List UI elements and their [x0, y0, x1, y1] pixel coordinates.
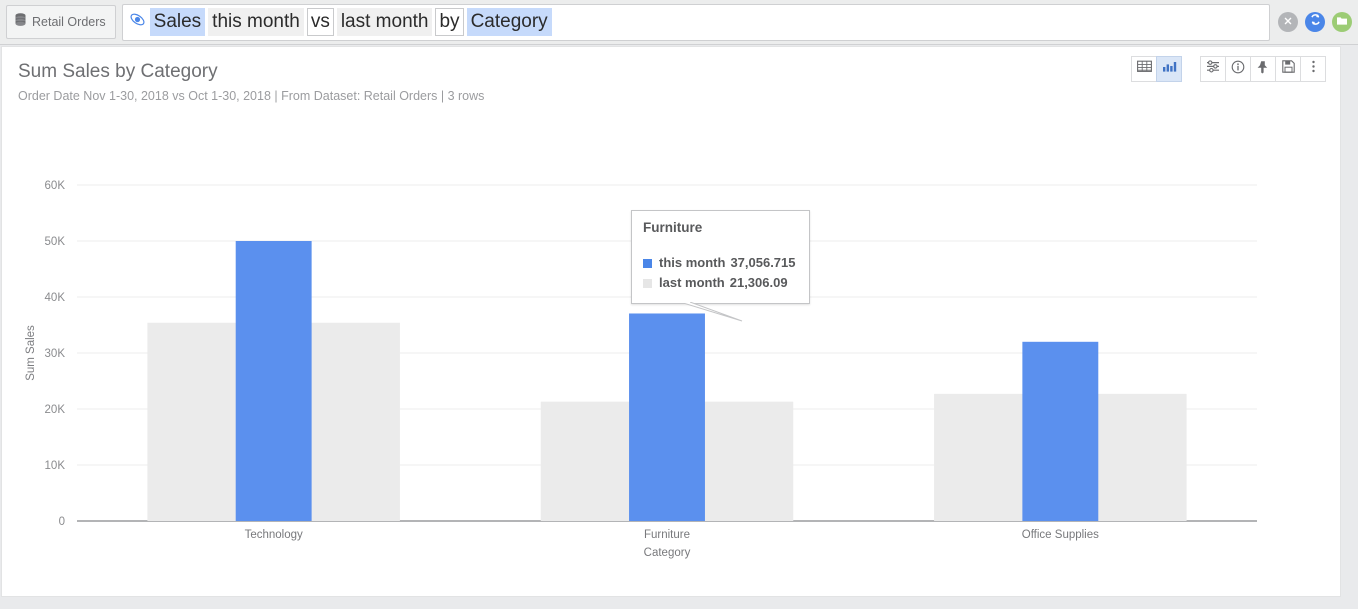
- x-axis-tick-label: Office Supplies: [1022, 529, 1099, 541]
- refresh-icon: [1309, 13, 1322, 31]
- card-subtitle: Order Date Nov 1-30, 2018 vs Oct 1-30, 2…: [18, 89, 485, 103]
- bar-this-month[interactable]: [1022, 341, 1099, 521]
- chart-view-button[interactable]: [1156, 56, 1182, 82]
- bar-this-month[interactable]: [629, 313, 705, 521]
- card-toolbar: [1131, 56, 1326, 82]
- query-token-by[interactable]: by: [435, 8, 464, 36]
- search-atom-icon: [129, 11, 146, 33]
- pin-button[interactable]: [1250, 56, 1276, 82]
- kebab-menu-icon: [1311, 59, 1316, 79]
- chart-config-button[interactable]: [1200, 56, 1226, 82]
- search-actions: [1278, 12, 1352, 32]
- y-axis-tick-label: 30K: [45, 348, 66, 360]
- save-button[interactable]: [1275, 56, 1301, 82]
- tooltip-pointer: [680, 302, 743, 322]
- y-axis-tick-label: 60K: [45, 180, 66, 192]
- more-options-button[interactable]: [1300, 56, 1326, 82]
- clear-button[interactable]: [1278, 12, 1298, 32]
- floppy-save-icon: [1281, 60, 1295, 78]
- bar-this-month[interactable]: [235, 241, 312, 521]
- tooltip-title: Furniture: [643, 220, 703, 235]
- pin-icon: [1256, 60, 1270, 79]
- query-token-last-month[interactable]: last month: [336, 8, 433, 36]
- table-view-button[interactable]: [1131, 56, 1157, 82]
- chart-canvas[interactable]: 0 10K 20K 30K 40K 50K 60K Sum Sales Technology Fu…: [2, 123, 1342, 583]
- query-token-measure[interactable]: Sales: [149, 8, 206, 36]
- y-axis-tick-label: 20K: [45, 404, 66, 416]
- settings-list-icon: [1206, 60, 1220, 78]
- tooltip-series-value: 21,306.09: [729, 275, 788, 290]
- tooltip-swatch-last-month: [643, 278, 652, 288]
- view-toggle-group: [1131, 56, 1182, 82]
- top-search-bar: Retail Orders Sales this month vs last m…: [0, 0, 1358, 45]
- tooltip-series-value: 37,056.715: [730, 255, 796, 270]
- table-icon: [1136, 60, 1152, 78]
- folder-icon: [1336, 13, 1348, 31]
- tooltip-swatch-this-month: [643, 258, 652, 268]
- tooltip-row-this-month: this month 37,056.715: [643, 253, 798, 273]
- y-axis-title: Sum Sales: [25, 325, 37, 381]
- query-token-vs[interactable]: vs: [306, 8, 334, 36]
- page-title: Sum Sales by Category: [18, 61, 218, 82]
- y-axis-tick-label: 50K: [45, 236, 66, 248]
- y-axis-tick-label: 40K: [45, 292, 66, 304]
- x-axis-title: Category: [644, 547, 691, 559]
- database-icon: [14, 12, 27, 32]
- refresh-button[interactable]: [1305, 12, 1325, 32]
- y-axis-tick-label: 0: [59, 516, 65, 528]
- tooltip-series-name: this month: [659, 255, 726, 270]
- dataset-tab-label: Retail Orders: [32, 15, 106, 29]
- search-input[interactable]: Sales this month vs last month by Catego…: [121, 3, 1270, 41]
- x-axis-tick-label: Technology: [245, 529, 303, 541]
- query-token-list[interactable]: Sales this month vs last month by Catego…: [149, 8, 1261, 36]
- dataset-tab-retail-orders[interactable]: Retail Orders: [6, 5, 116, 39]
- close-icon: [1283, 13, 1293, 31]
- open-folder-button[interactable]: [1332, 12, 1352, 32]
- query-token-this-month[interactable]: this month: [208, 8, 304, 36]
- bar-chart[interactable]: 0 10K 20K 30K 40K 50K 60K Sum Sales Technology Fu…: [2, 123, 1342, 583]
- x-axis-tick-label: Furniture: [644, 529, 690, 541]
- tooltip-series-name: last month: [659, 275, 725, 290]
- query-token-category[interactable]: Category: [466, 8, 552, 36]
- chart-tooltip: Furniture this month 37,056.715 last mon…: [631, 210, 810, 322]
- y-axis-tick-label: 10K: [45, 460, 66, 472]
- card-header: Sum Sales by Category Order Date Nov 1-3…: [2, 47, 1340, 104]
- answer-card: Sum Sales by Category Order Date Nov 1-3…: [1, 46, 1341, 597]
- info-icon: [1231, 60, 1245, 79]
- info-button[interactable]: [1225, 56, 1251, 82]
- card-actions-group: [1200, 56, 1326, 82]
- bar-chart-icon: [1162, 60, 1177, 78]
- tooltip-row-last-month: last month 21,306.09: [643, 273, 798, 293]
